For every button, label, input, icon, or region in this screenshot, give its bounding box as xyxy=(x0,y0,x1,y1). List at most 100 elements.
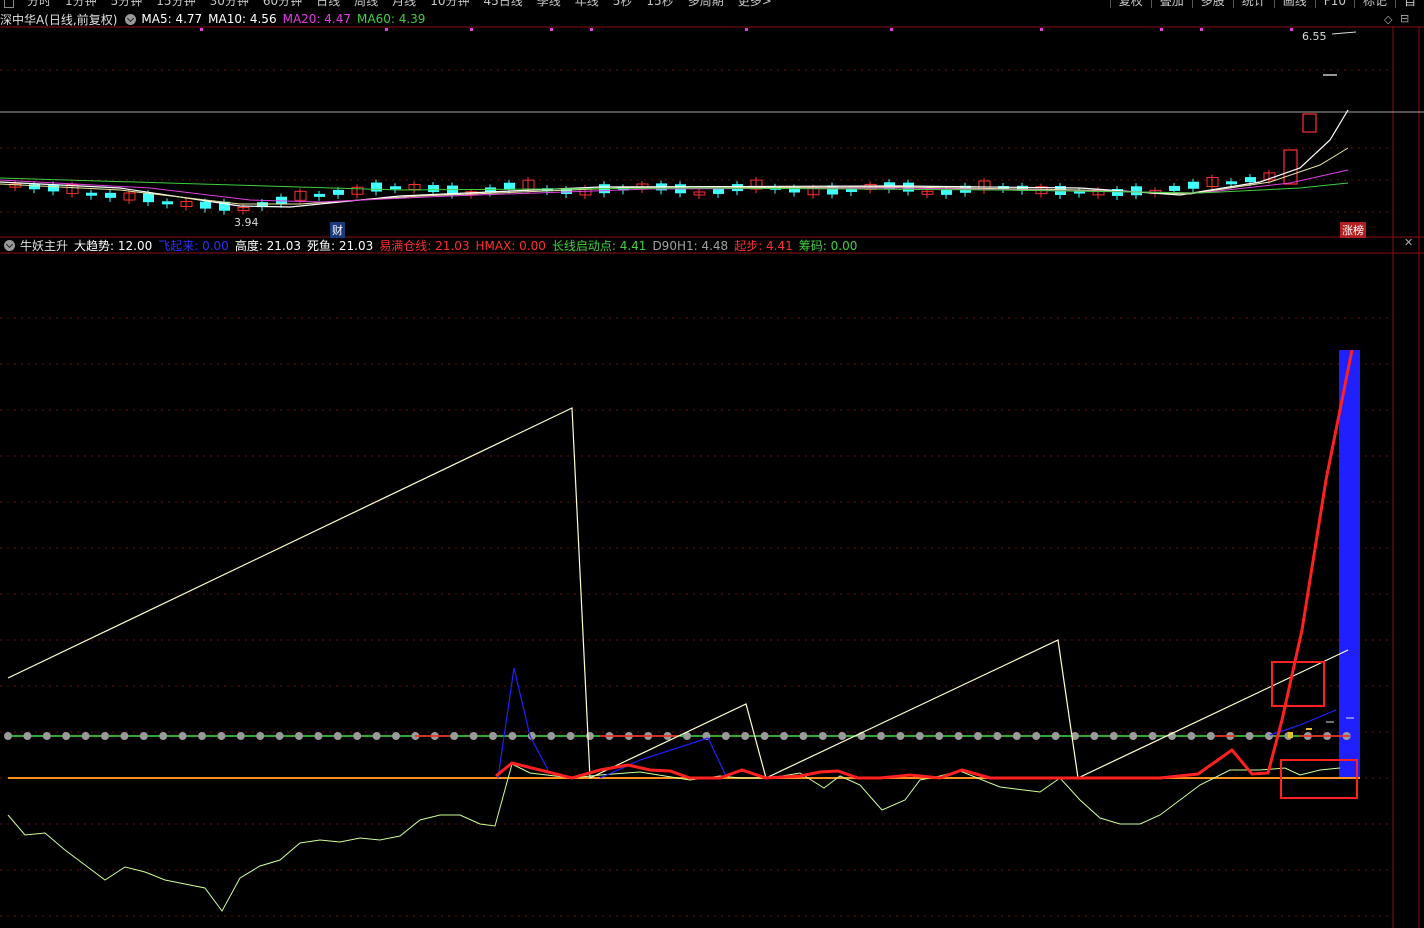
level-dot xyxy=(799,732,808,740)
marker-dot xyxy=(200,28,203,31)
candle-up xyxy=(1283,149,1298,185)
blue-spike xyxy=(497,667,549,779)
level-dot xyxy=(818,732,827,740)
level-dot xyxy=(120,732,129,740)
candle-down xyxy=(1226,181,1237,185)
candle-down xyxy=(941,189,952,195)
level-dot xyxy=(139,732,148,740)
level-dot xyxy=(993,732,1002,740)
candle-down xyxy=(428,185,439,193)
candle-down xyxy=(504,182,515,190)
level-dot xyxy=(566,732,575,740)
level-dot xyxy=(469,732,478,740)
marker-dot xyxy=(470,28,473,31)
level-dot xyxy=(489,732,497,740)
level-dot xyxy=(198,732,206,740)
level-dot xyxy=(1051,732,1060,740)
candle-down xyxy=(1131,186,1142,196)
marker-dot xyxy=(1200,28,1203,31)
level-dot xyxy=(1109,732,1118,740)
limit-up-badge[interactable]: 涨榜 xyxy=(1340,222,1366,238)
candle-down xyxy=(390,186,401,190)
level-dot xyxy=(81,732,90,740)
candle-down xyxy=(276,196,287,204)
level-dot xyxy=(1265,732,1273,740)
trend-sawtooth xyxy=(7,407,1349,779)
marker-dot xyxy=(1290,28,1293,31)
level-dot xyxy=(935,732,944,740)
lower-oscillator xyxy=(7,763,1341,912)
level-dot xyxy=(915,732,924,740)
level-dot xyxy=(1129,732,1138,740)
marker-dot xyxy=(1160,28,1163,31)
candle-down xyxy=(48,184,59,192)
candle-up xyxy=(1302,113,1317,133)
level-dot xyxy=(1187,732,1196,740)
level-dot xyxy=(1206,732,1215,740)
level-dot xyxy=(159,732,168,740)
chart-canvas[interactable] xyxy=(0,0,1424,928)
level-dot xyxy=(42,732,51,740)
level-dot xyxy=(314,732,323,740)
level-dot xyxy=(954,732,963,740)
marker-dot xyxy=(590,28,593,31)
level-dot xyxy=(877,732,885,740)
candle-down xyxy=(1169,185,1180,191)
marker-dot xyxy=(550,28,553,31)
level-dot xyxy=(295,732,303,740)
blue-column xyxy=(1339,350,1360,778)
marker-dot xyxy=(890,28,893,31)
level-dot xyxy=(372,732,381,740)
marker-dot xyxy=(385,28,388,31)
marker xyxy=(1306,728,1312,730)
level-dot xyxy=(586,732,594,740)
marker-dot xyxy=(745,28,748,31)
level-dot xyxy=(760,732,769,740)
level-dot xyxy=(974,732,982,740)
candle-down xyxy=(143,193,154,203)
ma10-line xyxy=(0,147,1349,205)
candle-down xyxy=(1188,181,1199,189)
ma20-line xyxy=(0,169,1349,203)
level-dot xyxy=(4,732,12,740)
level-dot xyxy=(256,732,265,740)
level-dot xyxy=(547,732,556,740)
level-dot xyxy=(333,732,342,740)
candle-down xyxy=(105,192,116,198)
level-dot xyxy=(236,732,245,740)
level-dot xyxy=(217,732,226,740)
level-dot xyxy=(721,732,730,740)
high-arrow xyxy=(1331,31,1357,35)
level-dot xyxy=(101,732,109,740)
candle-down xyxy=(29,184,40,190)
level-dot xyxy=(1148,732,1157,740)
finance-badge[interactable]: 财 xyxy=(330,222,345,238)
candle-down xyxy=(200,201,211,209)
red-main-line xyxy=(495,349,1354,780)
level-dot xyxy=(1032,732,1041,740)
level-dot xyxy=(23,732,32,740)
highlight-box xyxy=(1271,661,1325,707)
candle-down xyxy=(333,189,344,195)
candle-down xyxy=(162,201,173,205)
marker xyxy=(1288,732,1293,738)
level-dot xyxy=(741,732,750,740)
level-dot xyxy=(1090,732,1099,740)
candle-down xyxy=(371,182,382,192)
candle-down xyxy=(314,193,325,197)
level-dot xyxy=(178,732,187,740)
high-price-label: 6.55 xyxy=(1302,30,1327,43)
level-dot xyxy=(450,732,459,740)
level-dot xyxy=(1012,732,1021,740)
level-dot xyxy=(838,732,847,740)
marker-dot xyxy=(1040,28,1043,31)
level-dot xyxy=(275,732,284,740)
candle-down xyxy=(1245,177,1256,183)
level-dot xyxy=(353,732,362,740)
level-dot xyxy=(508,732,517,740)
level-dot xyxy=(780,732,788,740)
level-dot xyxy=(1245,732,1254,740)
level-dot xyxy=(896,732,905,740)
level-dot xyxy=(392,732,400,740)
candle-down xyxy=(86,192,97,196)
